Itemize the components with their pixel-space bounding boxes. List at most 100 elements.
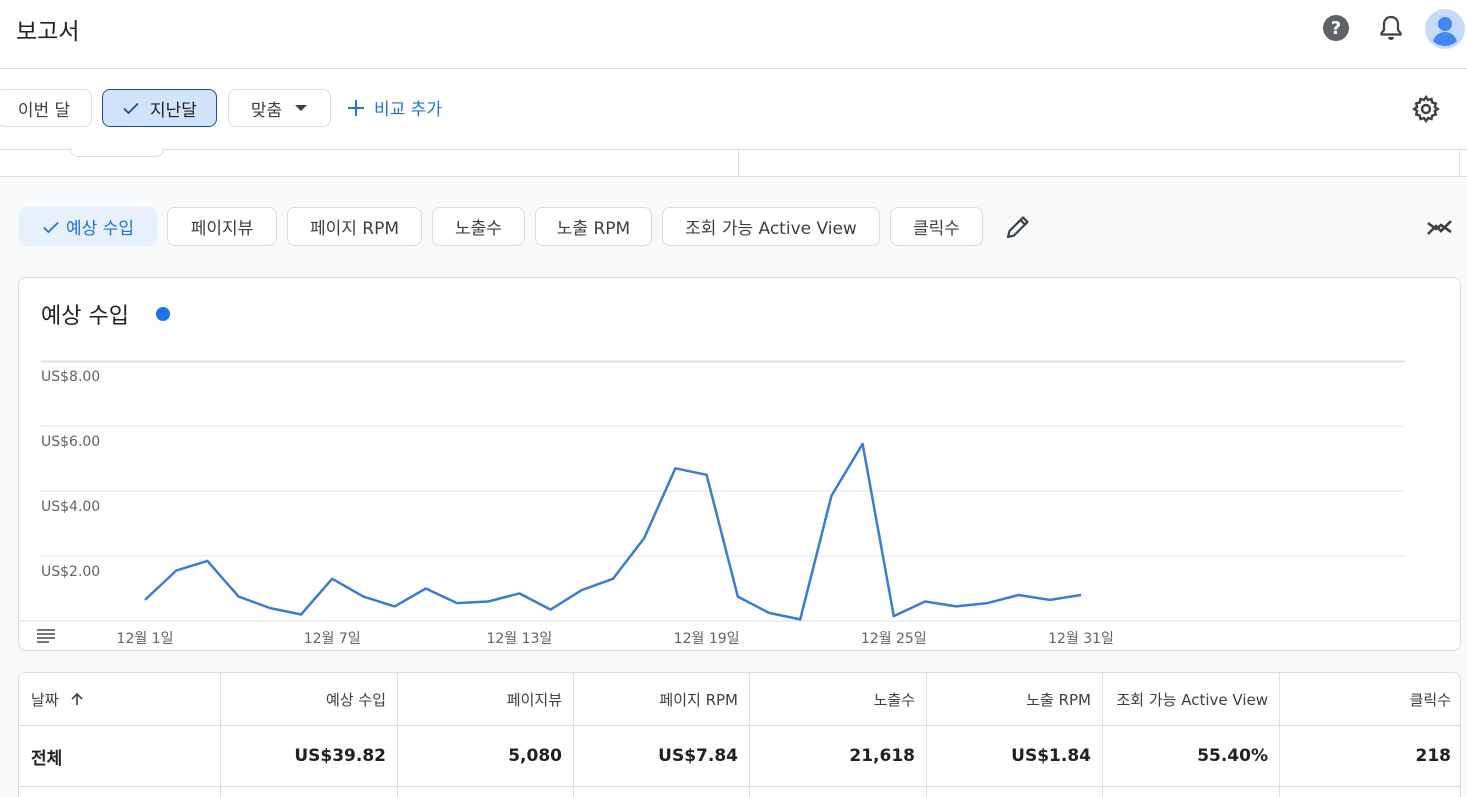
table-cell xyxy=(927,787,1103,797)
data-point[interactable] xyxy=(236,594,242,600)
data-point[interactable] xyxy=(548,607,554,613)
column-header[interactable]: 클릭수 xyxy=(1280,673,1460,725)
metric-chip-estimated-earnings[interactable]: 예상 수입 xyxy=(19,207,157,246)
column-header[interactable]: 예상 수입 xyxy=(221,673,398,725)
data-point[interactable] xyxy=(1016,592,1022,598)
table-cell xyxy=(398,787,574,797)
column-header[interactable]: 페이지뷰 xyxy=(398,673,574,725)
metric-chip-active-view[interactable]: 조회 가능 Active View xyxy=(662,207,880,246)
chip-label: 이번 달 xyxy=(17,100,71,121)
data-point[interactable] xyxy=(672,465,678,471)
add-compare-button[interactable]: 비교 추가 xyxy=(346,95,442,120)
y-tick-label: US$8.00 xyxy=(41,369,100,385)
column-header-label: 날짜 xyxy=(31,690,59,709)
y-tick-label: US$6.00 xyxy=(41,434,100,450)
metric-chip-page-rpm[interactable]: 페이지 RPM xyxy=(287,207,422,246)
table-cell xyxy=(574,787,750,797)
help-icon[interactable]: ? xyxy=(1320,12,1352,44)
chip-label: 지난달 xyxy=(150,100,197,121)
table-header-row: 날짜 예상 수입 페이지뷰 페이지 RPM 노출수 노출 RPM 조회 가능 A… xyxy=(19,673,1460,726)
table-row xyxy=(19,787,1460,797)
chip-label: 맞춤 xyxy=(250,100,283,121)
account-avatar-icon[interactable] xyxy=(1424,8,1466,50)
data-point[interactable] xyxy=(329,576,335,582)
data-point[interactable] xyxy=(704,472,710,478)
chip-last-month[interactable]: 지난달 xyxy=(102,89,217,127)
data-point[interactable] xyxy=(610,576,616,582)
data-point[interactable] xyxy=(922,599,928,605)
metric-chip-impressions[interactable]: 노출수 xyxy=(432,207,525,246)
svg-text:?: ? xyxy=(1331,18,1341,39)
table-cell: 21,618 xyxy=(750,726,927,786)
legend-menu-icon[interactable] xyxy=(37,629,55,643)
data-point[interactable] xyxy=(828,493,834,499)
chip-custom-dropdown[interactable]: 맞춤 xyxy=(228,89,331,127)
data-point[interactable] xyxy=(173,568,179,574)
data-point[interactable] xyxy=(485,599,491,605)
plus-icon xyxy=(348,99,364,116)
data-point[interactable] xyxy=(142,597,148,603)
data-point[interactable] xyxy=(423,586,429,592)
table-cell xyxy=(221,787,398,797)
data-point[interactable] xyxy=(984,600,990,606)
column-header-date[interactable]: 날짜 xyxy=(19,673,221,725)
check-icon xyxy=(43,221,59,233)
data-point[interactable] xyxy=(204,558,210,564)
chip-this-month[interactable]: 이번 달 xyxy=(0,89,92,127)
pencil-icon[interactable] xyxy=(1003,212,1033,242)
data-point[interactable] xyxy=(579,587,585,593)
x-tick-label: 12월 13일 xyxy=(486,631,552,647)
metric-chip-label: 노출수 xyxy=(455,219,502,239)
x-tick-label: 12월 25일 xyxy=(861,631,927,647)
data-point[interactable] xyxy=(735,594,741,600)
metric-chip-label: 페이지뷰 xyxy=(190,219,254,239)
data-point[interactable] xyxy=(392,603,398,609)
data-point[interactable] xyxy=(891,613,897,619)
metric-chip-label: 조회 가능 Active View xyxy=(685,219,857,239)
x-tick-label: 12월 19일 xyxy=(674,631,740,647)
data-point[interactable] xyxy=(360,594,366,600)
metric-chip-label: 예상 수입 xyxy=(66,219,134,239)
bell-icon[interactable] xyxy=(1375,12,1407,44)
table-cell: US$7.84 xyxy=(574,726,750,786)
data-point[interactable] xyxy=(298,612,304,618)
column-header[interactable]: 노출수 xyxy=(750,673,927,725)
collapsed-summary-strip xyxy=(0,148,1467,177)
metric-chip-label: 클릭수 xyxy=(913,219,960,239)
table-cell: 55.40% xyxy=(1103,726,1280,786)
data-point[interactable] xyxy=(516,590,522,596)
data-point[interactable] xyxy=(1078,592,1084,598)
earnings-line-chart: US$2.00 US$4.00 US$6.00 US$8.00 12월 1일 12월 7일… xyxy=(19,360,1460,647)
column-header[interactable]: 노출 RPM xyxy=(927,673,1103,725)
trend-icon[interactable] xyxy=(1423,210,1457,244)
y-tick-label: US$4.00 xyxy=(41,499,100,515)
table-total-row: 전체 US$39.82 5,080 US$7.84 21,618 US$1.84… xyxy=(19,726,1460,787)
table-cell xyxy=(1103,787,1280,797)
metric-chip-clicks[interactable]: 클릭수 xyxy=(890,207,983,246)
column-header[interactable]: 페이지 RPM xyxy=(574,673,750,725)
metric-chip-impression-rpm[interactable]: 노출 RPM xyxy=(535,207,652,246)
data-point[interactable] xyxy=(454,600,460,606)
data-point[interactable] xyxy=(797,616,803,622)
series-line[interactable] xyxy=(144,442,1082,621)
gear-icon[interactable] xyxy=(1410,93,1442,125)
table-cell: 5,080 xyxy=(398,726,574,786)
data-point[interactable] xyxy=(267,605,273,611)
metric-chip-pageviews[interactable]: 페이지뷰 xyxy=(167,207,277,246)
add-compare-label: 비교 추가 xyxy=(374,100,442,120)
x-tick-label: 12월 31일 xyxy=(1048,631,1114,647)
report-table: 날짜 예상 수입 페이지뷰 페이지 RPM 노출수 노출 RPM 조회 가능 A… xyxy=(18,672,1461,797)
sort-arrow-up-icon xyxy=(71,692,83,705)
table-cell: US$1.84 xyxy=(927,726,1103,786)
y-tick-label: US$2.00 xyxy=(41,564,100,580)
table-cell xyxy=(19,787,221,797)
table-cell: 전체 xyxy=(19,726,221,786)
data-point[interactable] xyxy=(641,535,647,541)
divider xyxy=(738,150,739,176)
data-point[interactable] xyxy=(860,441,866,447)
data-point[interactable] xyxy=(1047,597,1053,603)
column-header[interactable]: 조회 가능 Active View xyxy=(1103,673,1280,725)
data-point[interactable] xyxy=(953,603,959,609)
metric-chip-label: 노출 RPM xyxy=(556,219,631,239)
data-point[interactable] xyxy=(766,610,772,616)
